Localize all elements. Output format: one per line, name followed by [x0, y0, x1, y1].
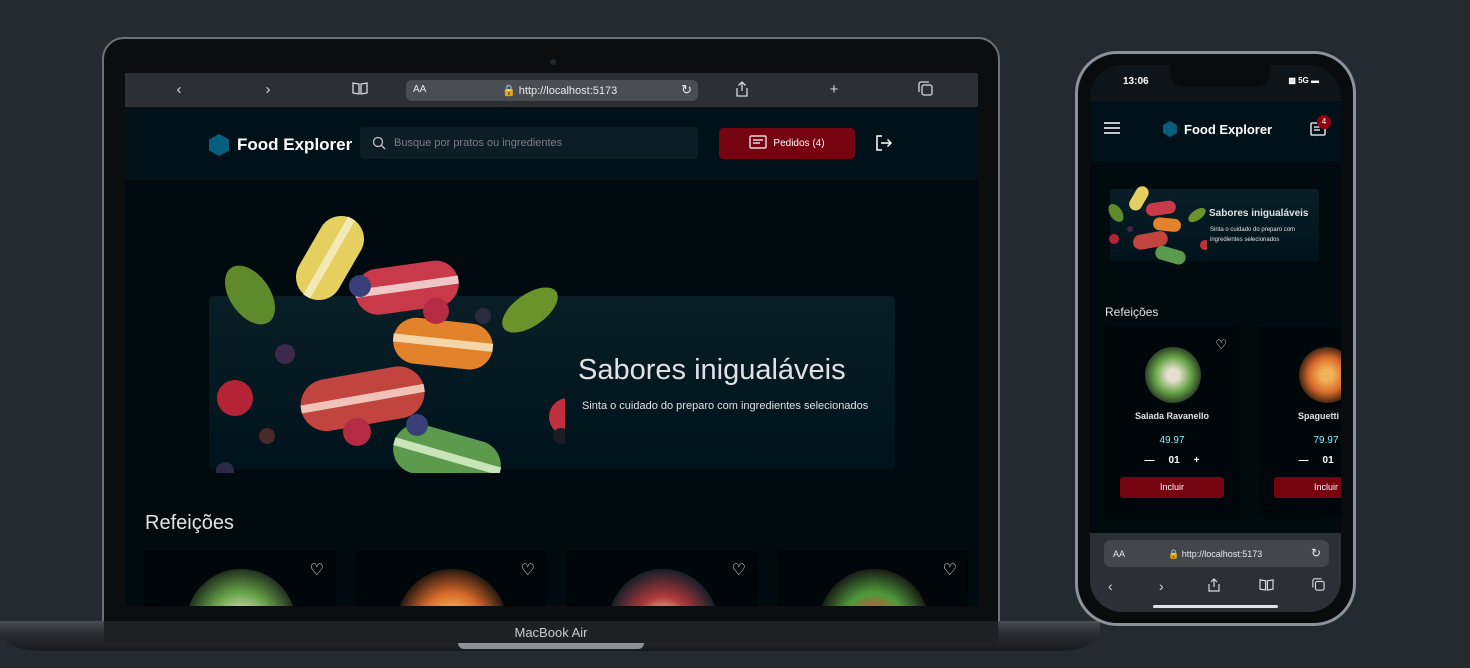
address-bar[interactable]: AA 🔒 http://localhost:5173 ↻: [406, 80, 698, 101]
status-indicators: ▩ 5G ▬: [1288, 76, 1319, 85]
laptop-camera: [550, 59, 556, 65]
mobile-dish-card[interactable]: ♡ Spaguetti Go 79.97 — 01 + Incluir: [1259, 327, 1341, 515]
heart-icon[interactable]: ♡: [310, 560, 324, 580]
dish-image: [608, 569, 718, 606]
laptop-base: MacBook Air: [0, 621, 1100, 668]
mobile-logo-text: Food Explorer: [1184, 121, 1273, 137]
browser-toolbar: ‹ › AA 🔒 http://localhost:5173 ↻ +: [125, 73, 978, 107]
url-text: 🔒 http://localhost:5173: [502, 85, 618, 97]
dish-card[interactable]: ♡: [778, 551, 968, 606]
include-button[interactable]: Incluir: [1274, 477, 1341, 498]
quantity-stepper: — 01 +: [1259, 455, 1341, 466]
heart-icon[interactable]: ♡: [521, 560, 535, 580]
mobile-section-title-meals: Refeições: [1105, 305, 1159, 319]
plus-icon[interactable]: +: [1194, 455, 1200, 466]
text-size-button[interactable]: AA: [413, 84, 426, 95]
minus-icon[interactable]: —: [1145, 455, 1155, 466]
dish-image: [186, 569, 296, 606]
book-icon[interactable]: [1259, 578, 1274, 594]
dish-card[interactable]: ♡: [145, 551, 335, 606]
dish-card[interactable]: ♡: [356, 551, 546, 606]
phone-notch: [1170, 65, 1270, 87]
mobile-logo[interactable]: Food Explorer: [1163, 121, 1272, 137]
mobile-hero-title: Sabores inigualáveis: [1209, 208, 1309, 219]
heart-icon[interactable]: ♡: [1215, 337, 1227, 353]
signal-label: 5G: [1298, 76, 1309, 85]
heart-icon[interactable]: ♡: [943, 560, 957, 580]
orders-button[interactable]: Pedidos (4): [719, 128, 855, 159]
mobile-dish-card[interactable]: ♡ Salada Ravanello 49.97 — 01 + Incluir: [1105, 327, 1239, 515]
hexagon-logo-icon: [209, 134, 229, 156]
tabs-icon[interactable]: [916, 81, 934, 99]
hero-subtitle: Sinta o cuidado do preparo com ingredien…: [582, 400, 869, 412]
share-icon[interactable]: [733, 81, 751, 99]
logo[interactable]: Food Explorer: [209, 134, 352, 156]
book-icon[interactable]: [351, 81, 369, 99]
status-time: 13:06: [1123, 76, 1149, 87]
include-button[interactable]: Incluir: [1120, 477, 1224, 498]
orders-label: Pedidos (4): [773, 138, 825, 149]
url-value: http://localhost:5173: [1181, 549, 1263, 559]
dish-image: [819, 569, 929, 606]
dish-image: [397, 569, 507, 606]
share-icon[interactable]: [1208, 578, 1220, 595]
mobile-browser-bar: AA 🔒 http://localhost:5173 ↻ ‹ ›: [1090, 533, 1341, 612]
dish-name: Spaguetti Go: [1298, 411, 1341, 421]
section-title-meals: Refeições: [145, 512, 234, 534]
search-placeholder: Busque por pratos ou ingredientes: [394, 137, 563, 149]
back-icon[interactable]: ‹: [1108, 578, 1113, 594]
dish-card[interactable]: ♡: [567, 551, 757, 606]
text-size-button[interactable]: AA: [1113, 549, 1125, 559]
orders-count-badge: 4: [1317, 115, 1331, 129]
hero-title: Sabores inigualáveis: [578, 354, 846, 386]
phone-screen: 13:06 ▩ 5G ▬ Food Explorer 4 Sabores ini…: [1090, 65, 1341, 612]
dish-name: Salada Ravanello: [1134, 411, 1210, 421]
mobile-hero-subtitle: Sinta o cuidado do preparo com ingredien…: [1210, 227, 1296, 243]
receipt-icon: [749, 135, 768, 152]
search-input[interactable]: Busque por pratos ou ingredientes: [360, 127, 698, 159]
macarons-image: [216, 215, 565, 473]
laptop-mockup: ‹ › AA 🔒 http://localhost:5173 ↻ + Food: [102, 37, 1000, 627]
reload-icon[interactable]: ↻: [1311, 546, 1321, 560]
dish-image: [1145, 347, 1201, 403]
new-tab-icon[interactable]: +: [825, 81, 843, 99]
laptop-hinge-notch: [458, 643, 644, 649]
phone-mockup: 13:06 ▩ 5G ▬ Food Explorer 4 Sabores ini…: [1075, 51, 1356, 626]
mobile-address-bar[interactable]: AA 🔒 http://localhost:5173 ↻: [1104, 540, 1329, 567]
sign-out-icon[interactable]: [875, 134, 893, 157]
url-text: 🔒 http://localhost:5173: [1168, 549, 1263, 559]
quantity-value: 01: [1168, 455, 1180, 466]
dish-price: 49.97: [1159, 435, 1185, 446]
forward-icon[interactable]: ›: [259, 81, 277, 99]
dish-price: 79.97: [1313, 435, 1339, 446]
heart-icon[interactable]: ♡: [732, 560, 746, 580]
quantity-stepper: — 01 +: [1105, 455, 1239, 466]
url-value: http://localhost:5173: [518, 85, 618, 97]
laptop-model-label: MacBook Air: [104, 621, 998, 643]
back-icon[interactable]: ‹: [170, 81, 188, 99]
menu-icon[interactable]: [1104, 121, 1120, 139]
tabs-icon[interactable]: [1312, 578, 1325, 594]
forward-icon[interactable]: ›: [1159, 578, 1164, 594]
macarons-image: [1108, 186, 1207, 265]
home-indicator: [1153, 605, 1278, 608]
laptop-screen: ‹ › AA 🔒 http://localhost:5173 ↻ + Food: [125, 73, 978, 606]
site-header: Food Explorer Busque por pratos ou ingre…: [125, 107, 978, 180]
mobile-header: Food Explorer 4: [1090, 101, 1341, 161]
search-icon: [372, 136, 386, 150]
dish-image: [1299, 347, 1341, 403]
logo-text: Food Explorer: [237, 135, 353, 154]
quantity-value: 01: [1322, 455, 1334, 466]
reload-icon[interactable]: ↻: [681, 82, 692, 98]
hexagon-logo-icon: [1163, 121, 1177, 137]
minus-icon[interactable]: —: [1299, 455, 1309, 466]
